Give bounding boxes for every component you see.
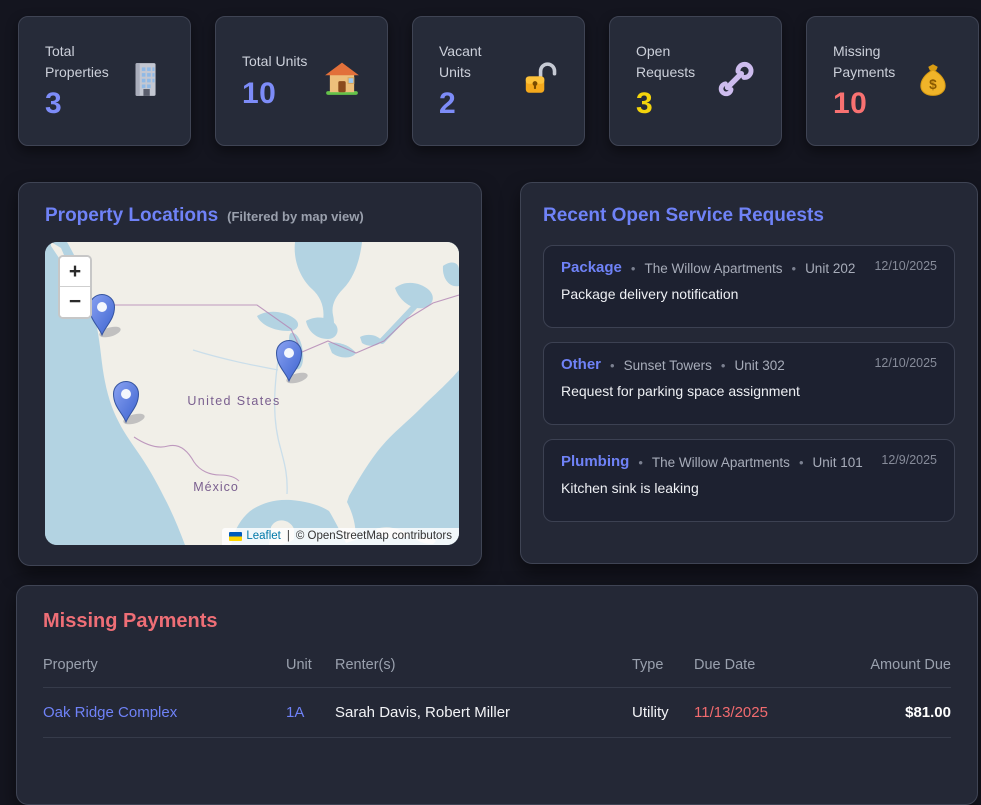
request-unit: Unit 101 [813, 455, 863, 470]
column-header-type: Type [632, 657, 694, 673]
leaflet-link[interactable]: Leaflet [246, 530, 281, 542]
stat-label: Vacant Units [439, 41, 514, 82]
request-description: Kitchen sink is leaking [561, 480, 937, 496]
table-header-row: Property Unit Renter(s) Type Due Date Am… [43, 651, 951, 688]
stat-card-vacant-units: Vacant Units 2 [412, 16, 585, 146]
request-card: Plumbing • The Willow Apartments • Unit … [543, 439, 955, 522]
stat-label: Open Requests [636, 41, 711, 82]
request-category: Other [561, 356, 601, 373]
service-requests-title: Recent Open Service Requests [543, 205, 824, 226]
due-date-cell: 11/13/2025 [694, 704, 860, 721]
stat-value: 10 [833, 87, 908, 121]
property-locations-panel: Property Locations (Filtered by map view… [18, 182, 482, 566]
building-icon [126, 60, 164, 103]
property-locations-title: Property Locations [45, 205, 218, 227]
column-header-renters: Renter(s) [335, 657, 632, 673]
request-unit: Unit 202 [805, 261, 855, 276]
request-card: Other • Sunset Towers • Unit 302 12/10/2… [543, 342, 955, 425]
request-property: The Willow Apartments [652, 455, 790, 470]
request-list: Package • The Willow Apartments • Unit 2… [543, 245, 955, 522]
bullet-separator: • [631, 261, 636, 276]
stat-card-missing-payments: Missing Payments 10 $ [806, 16, 979, 146]
stat-value: 3 [636, 87, 711, 121]
house-icon [323, 60, 361, 103]
bullet-separator: • [610, 358, 615, 373]
request-card: Package • The Willow Apartments • Unit 2… [543, 245, 955, 328]
request-unit: Unit 302 [734, 358, 784, 373]
property-link[interactable]: Oak Ridge Complex [43, 704, 286, 721]
service-requests-panel: Recent Open Service Requests Package • T… [520, 182, 978, 564]
stat-label: Total Units [242, 51, 307, 71]
request-date: 12/9/2025 [881, 453, 937, 467]
money-bag-icon: $ [914, 60, 952, 103]
map-label-united-states: United States [187, 394, 280, 408]
map-attribution: Leaflet | © OpenStreetMap contributors [222, 528, 459, 545]
stat-card-total-units: Total Units 10 [215, 16, 388, 146]
stat-label: Missing Payments [833, 41, 908, 82]
column-header-unit: Unit [286, 657, 335, 673]
request-description: Package delivery notification [561, 286, 937, 302]
bullet-separator: • [638, 455, 643, 470]
request-date: 12/10/2025 [874, 356, 937, 370]
stats-row: Total Properties 3 Total Units 10 [18, 16, 979, 146]
table-row: Oak Ridge Complex 1A Sarah Davis, Robert… [43, 688, 951, 738]
request-property: The Willow Apartments [644, 261, 782, 276]
bullet-separator: • [799, 455, 804, 470]
missing-payments-panel: Missing Payments Property Unit Renter(s)… [16, 585, 978, 805]
request-category: Package [561, 259, 622, 276]
column-header-amount-due: Amount Due [860, 657, 951, 673]
wrench-icon [717, 60, 755, 103]
bullet-separator: • [792, 261, 797, 276]
request-category: Plumbing [561, 453, 629, 470]
map-label-mexico: México [193, 480, 239, 494]
request-description: Request for parking space assignment [561, 383, 937, 399]
stat-value: 3 [45, 87, 120, 121]
osm-attribution-link[interactable]: © OpenStreetMap contributors [296, 530, 452, 542]
stat-card-total-properties: Total Properties 3 [18, 16, 191, 146]
missing-payments-title: Missing Payments [43, 610, 218, 632]
svg-text:$: $ [929, 77, 937, 92]
request-property: Sunset Towers [624, 358, 712, 373]
property-locations-subtitle: (Filtered by map view) [227, 209, 364, 224]
type-cell: Utility [632, 704, 694, 721]
leaflet-map[interactable]: United States México + − Leaflet | © Ope… [45, 242, 459, 545]
renters-cell: Sarah Davis, Robert Miller [335, 704, 632, 721]
missing-payments-table: Property Unit Renter(s) Type Due Date Am… [43, 651, 951, 738]
map-canvas: United States México [45, 242, 459, 545]
amount-due-cell: $81.00 [860, 704, 951, 721]
stat-value: 2 [439, 87, 514, 121]
unlock-icon [520, 60, 558, 103]
request-date: 12/10/2025 [874, 259, 937, 273]
stat-label: Total Properties [45, 41, 120, 82]
unit-link[interactable]: 1A [286, 704, 335, 721]
ukraine-flag-icon [229, 532, 242, 541]
stat-card-open-requests: Open Requests 3 [609, 16, 782, 146]
column-header-due-date: Due Date [694, 657, 860, 673]
column-header-property: Property [43, 657, 286, 673]
bullet-separator: • [721, 358, 726, 373]
zoom-in-button[interactable]: + [60, 257, 90, 287]
map-zoom-control: + − [58, 255, 92, 319]
attribution-separator: | [285, 530, 292, 542]
zoom-out-button[interactable]: − [60, 287, 90, 317]
stat-value: 10 [242, 77, 307, 111]
